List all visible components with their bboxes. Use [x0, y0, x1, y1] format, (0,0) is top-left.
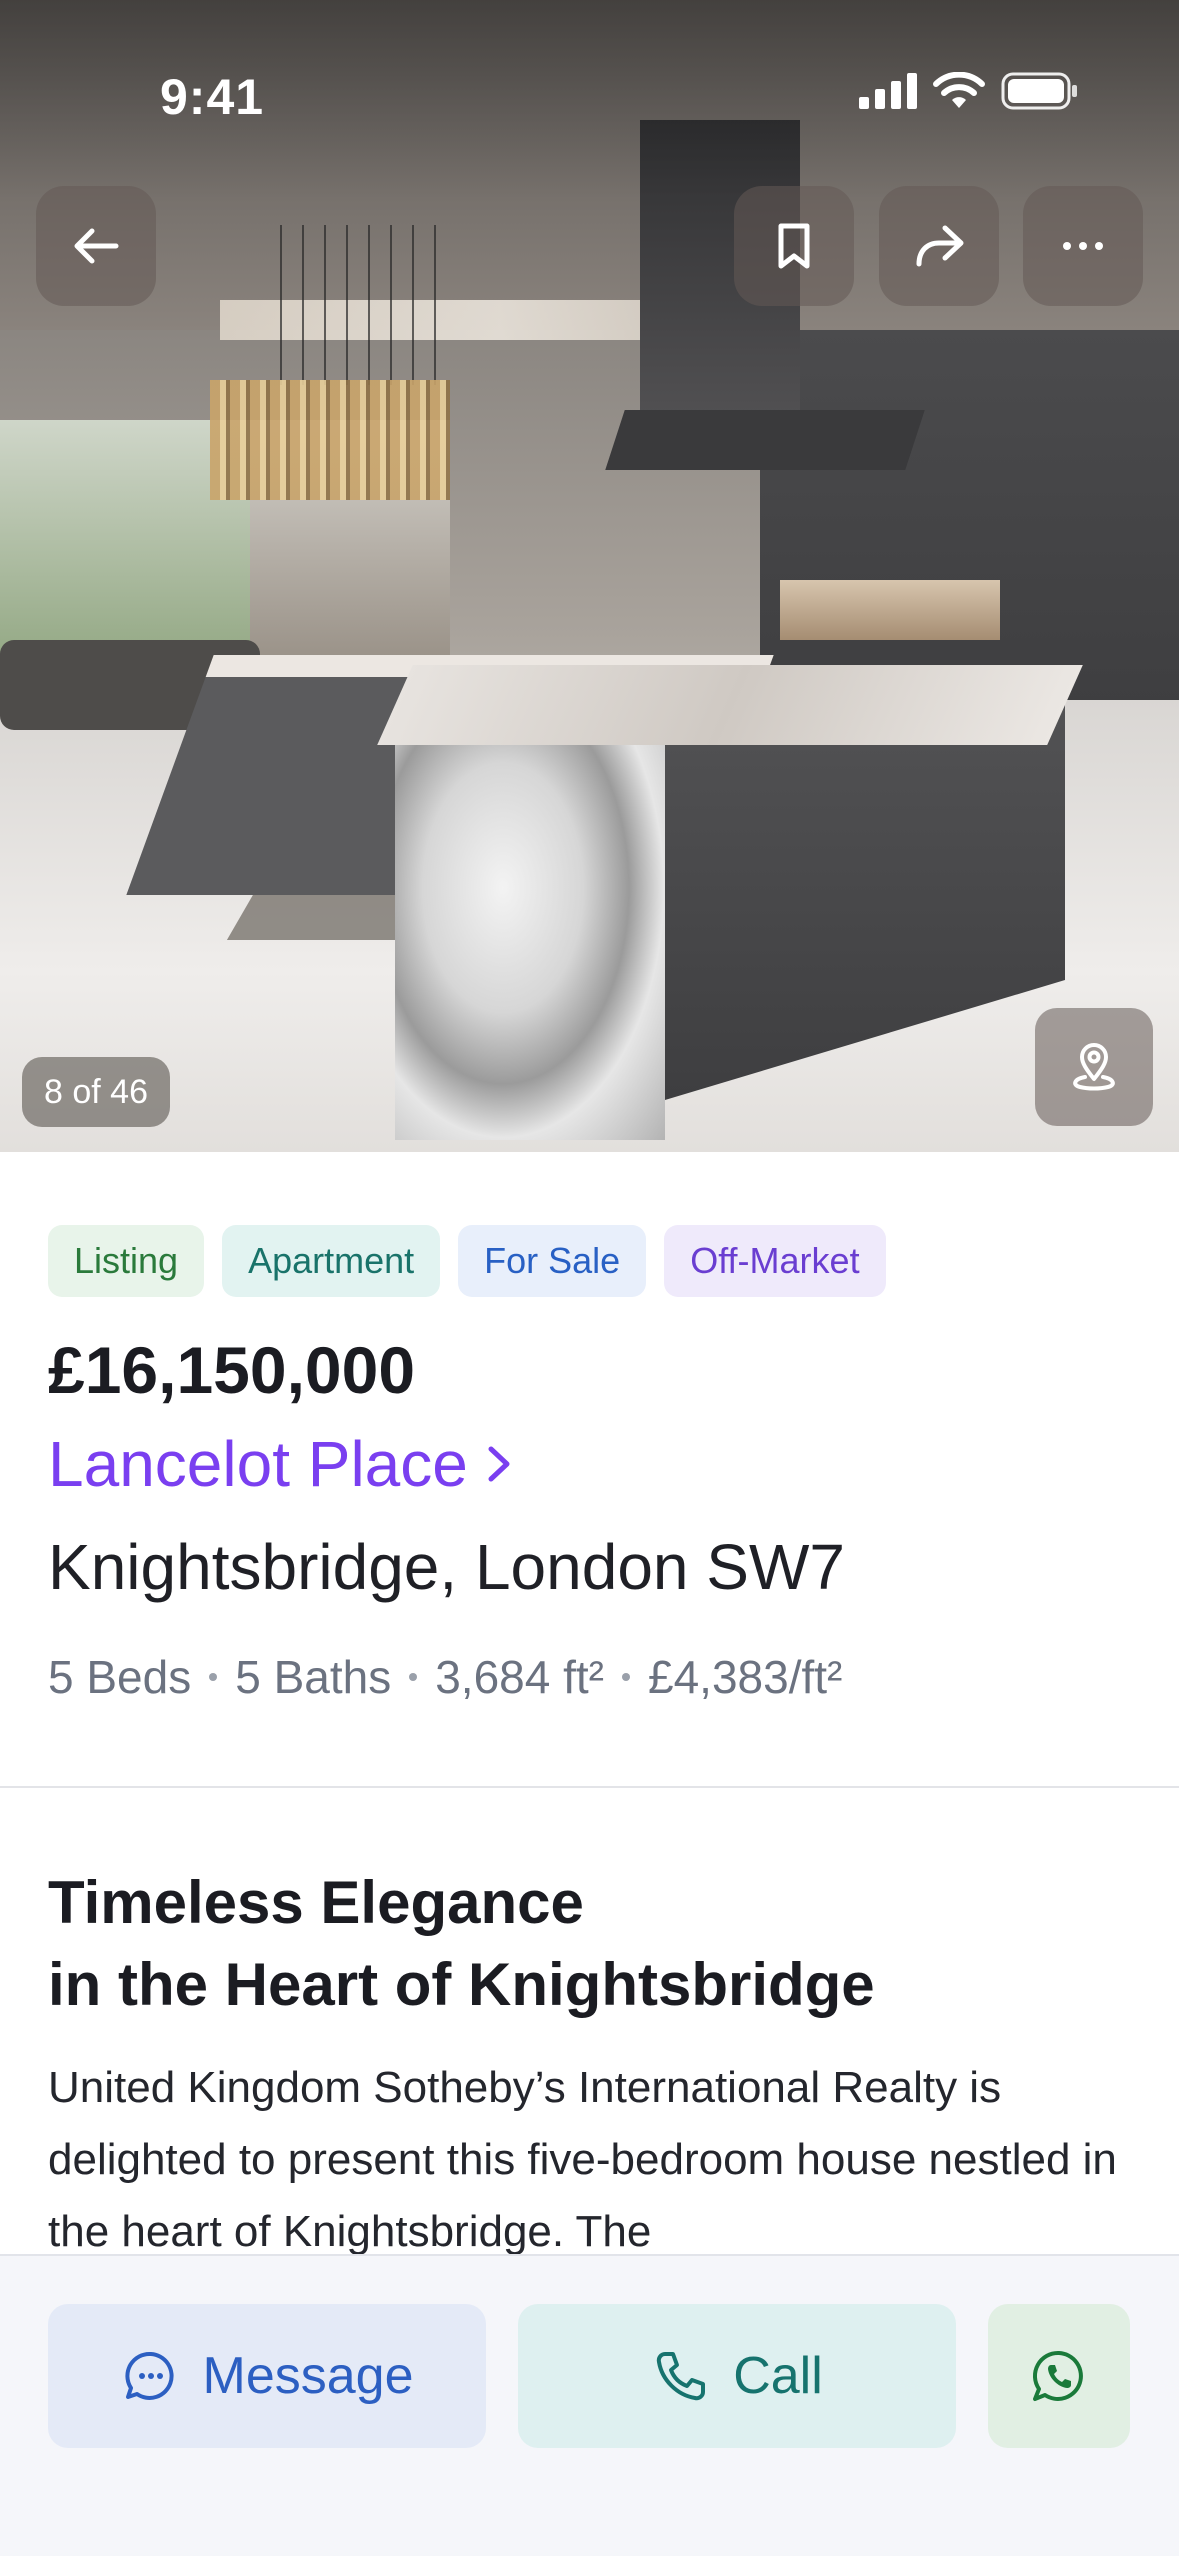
spec-beds: 5 Beds — [48, 1651, 192, 1703]
hero-photo[interactable]: 9:41 8 of 46 — [0, 0, 1179, 1152]
back-button[interactable] — [36, 186, 156, 306]
chat-bubble-icon — [124, 2351, 174, 2400]
cellular-signal-icon — [859, 73, 917, 109]
status-time: 9:41 — [160, 69, 265, 125]
photo-cabinet-light — [780, 580, 1000, 640]
separator-dot — [209, 1673, 218, 1681]
listing-headline: Timeless Elegance in the Heart of Knight… — [48, 1862, 1128, 2026]
tag-off-market[interactable]: Off-Market — [664, 1225, 886, 1297]
more-icon — [1063, 242, 1103, 250]
listing-description: United Kingdom Sotheby’s International R… — [48, 2063, 1117, 2256]
phone-icon — [657, 2352, 706, 2401]
listing-specs: 5 Beds 5 Baths 3,684 ft² £4,383/ft² — [48, 1650, 842, 1704]
separator-dot — [409, 1673, 418, 1681]
bookmark-icon — [778, 223, 810, 269]
headline-line-1: Timeless Elegance — [48, 1869, 584, 1936]
photo-counter: 8 of 46 — [22, 1057, 170, 1127]
status-icons — [859, 72, 1079, 110]
tag-for-sale[interactable]: For Sale — [458, 1225, 647, 1297]
bookmark-button[interactable] — [734, 186, 854, 306]
message-button[interactable]: Message — [48, 2304, 486, 2448]
phone-screen: 9:41 8 of 46 Listing Apartment For Sale … — [0, 0, 1179, 2556]
wifi-icon — [933, 72, 985, 108]
share-button[interactable] — [879, 186, 999, 306]
whatsapp-button[interactable] — [988, 2304, 1130, 2448]
tag-apartment[interactable]: Apartment — [222, 1225, 441, 1297]
whatsapp-icon — [1033, 2350, 1083, 2401]
listing-area: Knightsbridge, London SW7 — [48, 1531, 845, 1603]
spec-price-per-area: £4,383/ft² — [648, 1651, 843, 1703]
tag-list: Listing Apartment For Sale Off-Market — [48, 1225, 886, 1297]
headline-line-2: in the Heart of Knightsbridge — [48, 1951, 875, 2018]
map-button[interactable] — [1035, 1008, 1153, 1126]
photo-chandelier — [210, 380, 450, 500]
listing-price: £16,150,000 — [48, 1333, 416, 1407]
battery-icon — [1001, 72, 1077, 110]
spec-area: 3,684 ft² — [435, 1651, 604, 1703]
message-label: Message — [202, 2347, 414, 2405]
photo-chandelier-wires — [280, 225, 450, 385]
tag-listing[interactable]: Listing — [48, 1225, 205, 1297]
call-label: Call — [733, 2347, 823, 2405]
section-divider — [0, 1786, 1179, 1788]
more-button[interactable] — [1023, 186, 1143, 306]
call-button[interactable]: Call — [518, 2304, 956, 2448]
photo-island-top — [377, 665, 1083, 745]
contact-bar: Message Call — [0, 2254, 1179, 2556]
chevron-right-icon — [488, 1446, 510, 1482]
share-icon — [916, 225, 964, 267]
street-link[interactable]: Lancelot Place — [48, 1427, 516, 1501]
spec-baths: 5 Baths — [235, 1651, 392, 1703]
photo-range-hood-base — [605, 410, 925, 470]
arrow-left-icon — [74, 228, 119, 264]
photo-marble-side — [395, 720, 665, 1140]
map-pin-icon — [1073, 1043, 1115, 1091]
separator-dot — [622, 1673, 630, 1681]
street-name: Lancelot Place — [48, 1428, 468, 1500]
